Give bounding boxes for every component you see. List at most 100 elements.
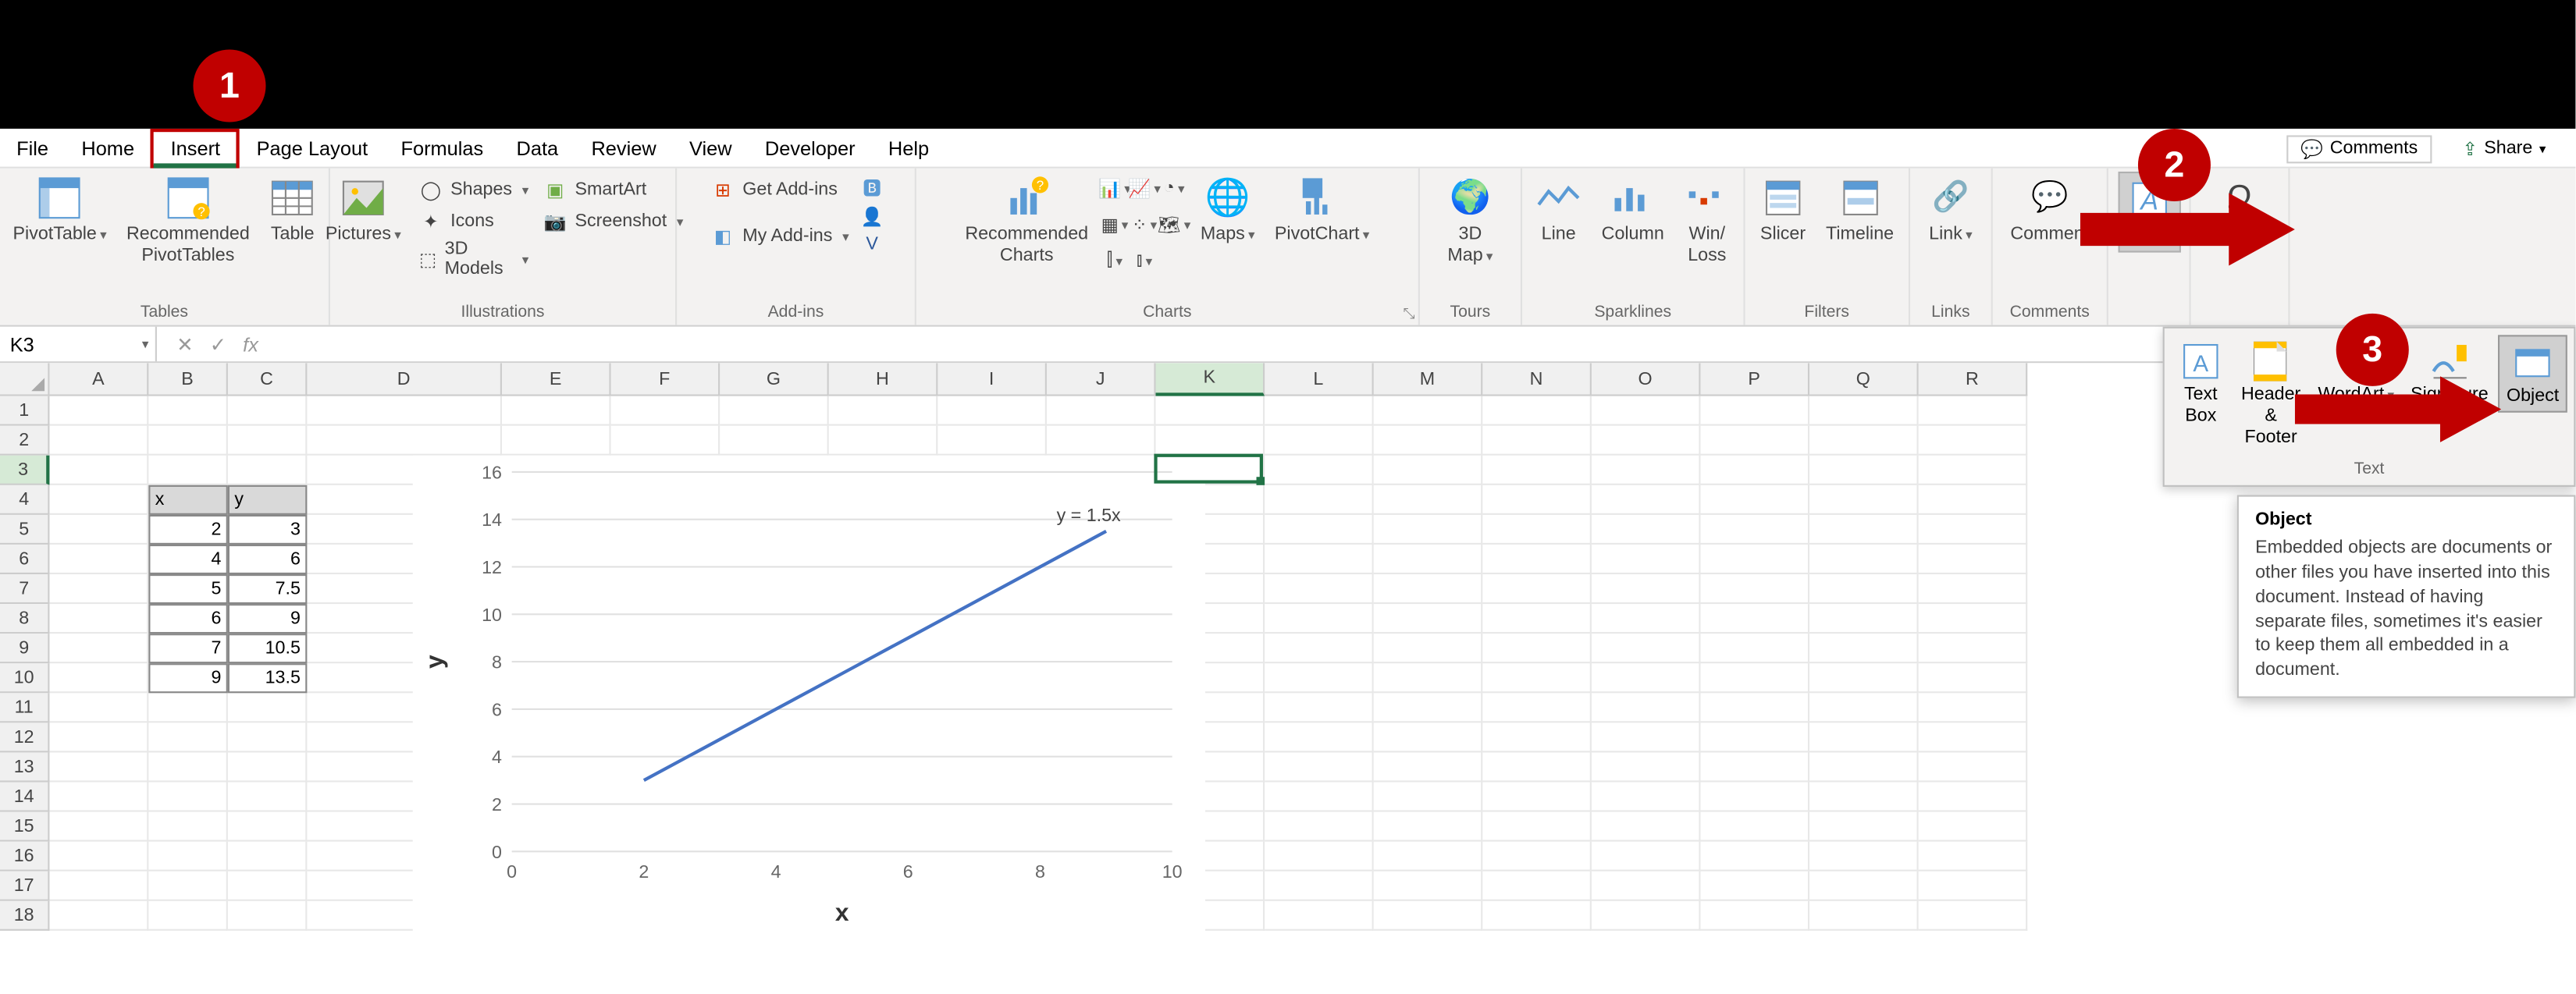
column-header-M[interactable]: M bbox=[1374, 363, 1483, 396]
row-header-5[interactable]: 5 bbox=[0, 515, 49, 545]
row-header-14[interactable]: 14 bbox=[0, 783, 49, 812]
tab-review[interactable]: Review bbox=[575, 128, 673, 168]
row-header-10[interactable]: 10 bbox=[0, 663, 49, 693]
cell-B7[interactable]: 5 bbox=[148, 574, 228, 604]
object-button[interactable]: Object bbox=[2498, 335, 2567, 413]
row-header-16[interactable]: 16 bbox=[0, 842, 49, 872]
sparkline-line-button[interactable]: Line bbox=[1529, 172, 1589, 250]
recommended-charts-button[interactable]: ?Recommended Charts bbox=[959, 172, 1095, 272]
slicer-button[interactable]: Slicer bbox=[1753, 172, 1813, 250]
timeline-button[interactable]: Timeline bbox=[1820, 172, 1901, 250]
sparkline-column-button[interactable]: Column bbox=[1595, 172, 1670, 250]
name-box[interactable]: K3▾ bbox=[0, 327, 157, 361]
cell-C4[interactable]: y bbox=[228, 485, 308, 515]
hierarchy-chart-icon[interactable]: ▦ bbox=[1101, 211, 1128, 238]
tab-formulas[interactable]: Formulas bbox=[384, 128, 500, 168]
pivotchart-button[interactable]: PivotChart bbox=[1268, 172, 1375, 250]
cell-C6[interactable]: 6 bbox=[228, 545, 308, 574]
row-header-9[interactable]: 9 bbox=[0, 634, 49, 663]
column-header-G[interactable]: G bbox=[720, 363, 829, 396]
tab-insert[interactable]: Insert bbox=[151, 128, 240, 168]
column-header-D[interactable]: D bbox=[307, 363, 502, 396]
row-header-6[interactable]: 6 bbox=[0, 545, 49, 574]
column-header-E[interactable]: E bbox=[502, 363, 611, 396]
tab-file[interactable]: File bbox=[0, 128, 65, 168]
bing-maps-icon[interactable]: 🅱 bbox=[859, 175, 885, 201]
column-header-R[interactable]: R bbox=[1919, 363, 2028, 396]
column-header-F[interactable]: F bbox=[611, 363, 720, 396]
enter-icon[interactable]: ✓ bbox=[210, 332, 226, 356]
cancel-icon[interactable]: ✕ bbox=[176, 332, 193, 356]
my-addins-button[interactable]: ◧My Add-ins bbox=[706, 221, 852, 250]
tab-home[interactable]: Home bbox=[65, 128, 151, 168]
column-header-P[interactable]: P bbox=[1700, 363, 1809, 396]
pivottable-button[interactable]: PivotTable bbox=[6, 172, 113, 250]
smartart-button[interactable]: ▣SmartArt bbox=[539, 175, 687, 204]
tab-help[interactable]: Help bbox=[872, 128, 946, 168]
cell-selection[interactable] bbox=[1154, 454, 1263, 484]
column-header-O[interactable]: O bbox=[1592, 363, 1701, 396]
text-box-button[interactable]: AText Box bbox=[2171, 335, 2230, 431]
charts-dialog-launcher-icon[interactable]: ⤡ bbox=[1403, 305, 1414, 323]
column-header-L[interactable]: L bbox=[1265, 363, 1374, 396]
sparkline-winloss-button[interactable]: Win/ Loss bbox=[1678, 172, 1737, 272]
row-header-11[interactable]: 11 bbox=[0, 693, 49, 722]
fx-icon[interactable]: fx bbox=[243, 332, 258, 356]
cell-B10[interactable]: 9 bbox=[148, 663, 228, 693]
people-graph-icon[interactable]: 👤 bbox=[859, 203, 885, 229]
3d-map-button[interactable]: 🌍3D Map bbox=[1440, 172, 1500, 272]
maps-button[interactable]: 🌐Maps bbox=[1194, 172, 1261, 250]
3d-models-button[interactable]: ⬚3D Models bbox=[415, 238, 532, 281]
column-header-Q[interactable]: Q bbox=[1809, 363, 1919, 396]
cell-C5[interactable]: 3 bbox=[228, 515, 308, 545]
map-chart-icon[interactable]: 🗺 bbox=[1161, 211, 1187, 238]
column-header-H[interactable]: H bbox=[829, 363, 938, 396]
row-header-13[interactable]: 13 bbox=[0, 752, 49, 782]
cell-B4[interactable]: x bbox=[148, 485, 228, 515]
cell-B8[interactable]: 6 bbox=[148, 604, 228, 634]
icons-button[interactable]: ✦Icons bbox=[415, 206, 532, 236]
cell-B6[interactable]: 4 bbox=[148, 545, 228, 574]
tab-developer[interactable]: Developer bbox=[749, 128, 872, 168]
row-header-18[interactable]: 18 bbox=[0, 901, 49, 931]
recommended-pivottables-button[interactable]: ?Recommended PivotTables bbox=[120, 172, 257, 272]
cell-C8[interactable]: 9 bbox=[228, 604, 308, 634]
share-button[interactable]: ⇪Share ▾ bbox=[2449, 136, 2559, 161]
pie-chart-icon[interactable]: ◔ bbox=[1161, 175, 1187, 201]
cell-B5[interactable]: 2 bbox=[148, 515, 228, 545]
column-header-C[interactable]: C bbox=[228, 363, 308, 396]
row-header-15[interactable]: 15 bbox=[0, 812, 49, 842]
tab-data[interactable]: Data bbox=[500, 128, 575, 168]
row-header-4[interactable]: 4 bbox=[0, 485, 49, 515]
column-header-N[interactable]: N bbox=[1482, 363, 1592, 396]
cell-C10[interactable]: 13.5 bbox=[228, 663, 308, 693]
comments-button[interactable]: 💬Comments bbox=[2286, 134, 2432, 162]
column-header-A[interactable]: A bbox=[49, 363, 148, 396]
scatter-chart-icon[interactable]: ⁘ bbox=[1131, 211, 1158, 238]
tab-page-layout[interactable]: Page Layout bbox=[240, 128, 384, 168]
column-header-I[interactable]: I bbox=[938, 363, 1047, 396]
link-button[interactable]: 🔗Link bbox=[1921, 172, 1980, 250]
get-addins-button[interactable]: ⊞Get Add-ins bbox=[706, 175, 852, 204]
select-all-corner[interactable] bbox=[0, 363, 49, 396]
cell-C9[interactable]: 10.5 bbox=[228, 634, 308, 663]
column-header-B[interactable]: B bbox=[148, 363, 228, 396]
row-header-3[interactable]: 3 bbox=[0, 456, 49, 485]
row-header-17[interactable]: 17 bbox=[0, 872, 49, 901]
table-button[interactable]: Table bbox=[263, 172, 322, 250]
embedded-chart[interactable]: 02468101214160246810y = 1.5xxy bbox=[413, 456, 1205, 934]
row-header-12[interactable]: 12 bbox=[0, 722, 49, 752]
row-header-7[interactable]: 7 bbox=[0, 574, 49, 604]
pictures-button[interactable]: Pictures bbox=[318, 172, 407, 250]
line-chart-icon[interactable]: 📈 bbox=[1131, 175, 1158, 201]
visio-icon[interactable]: V bbox=[859, 231, 885, 257]
stat-chart-icon[interactable]: ⫿ bbox=[1101, 247, 1128, 274]
tab-view[interactable]: View bbox=[673, 128, 749, 168]
screenshot-button[interactable]: 📷Screenshot bbox=[539, 206, 687, 236]
row-header-2[interactable]: 2 bbox=[0, 426, 49, 456]
cell-B9[interactable]: 7 bbox=[148, 634, 228, 663]
column-chart-icon[interactable]: 📊 bbox=[1101, 175, 1128, 201]
column-header-K[interactable]: K bbox=[1156, 363, 1265, 396]
shapes-button[interactable]: ◯Shapes bbox=[415, 175, 532, 204]
row-header-1[interactable]: 1 bbox=[0, 396, 49, 426]
